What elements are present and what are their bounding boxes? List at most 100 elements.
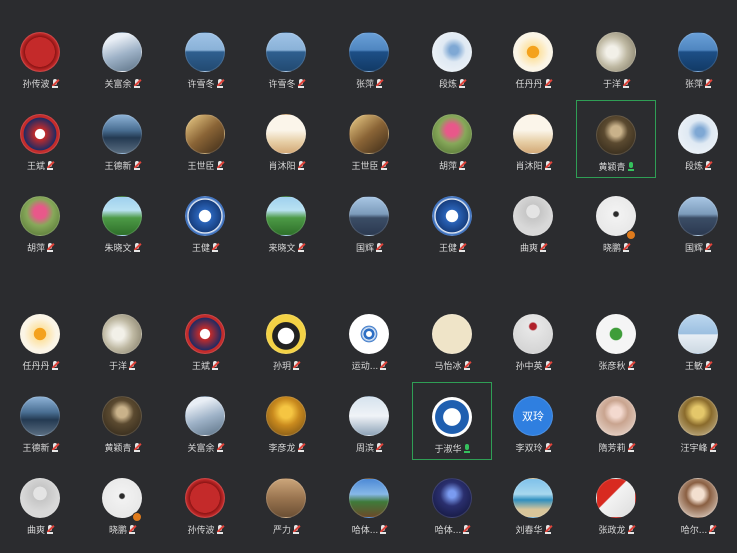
participant-name-row: 来晓文: [268, 241, 305, 254]
mic-muted-icon: [46, 243, 55, 252]
participant-tile[interactable]: 王世臣: [329, 100, 409, 178]
participant-name-row: 孙传波: [187, 523, 224, 536]
participant-name-row: 肖沐阳: [268, 159, 305, 172]
mic-muted-icon: [292, 361, 301, 370]
participant-tile[interactable]: 胡萍: [412, 100, 492, 178]
participant-avatar: [596, 115, 636, 155]
participant-tile[interactable]: 胡萍: [0, 182, 80, 260]
participant-tile[interactable]: 晓鹏: [82, 464, 162, 542]
mic-muted-icon: [622, 243, 631, 252]
participant-tile[interactable]: 孙传波: [165, 464, 245, 542]
participant-tile[interactable]: 黄颖青: [576, 100, 656, 178]
participant-name: 肖沐阳: [268, 162, 296, 172]
participant-tile[interactable]: 王德新: [82, 100, 162, 178]
participant-tile[interactable]: 王德新: [0, 382, 80, 460]
participant-tile[interactable]: 张萍: [658, 18, 737, 96]
participant-name: 李彦龙: [268, 444, 296, 454]
participant-tile[interactable]: 朱晓文: [82, 182, 162, 260]
participant-tile[interactable]: 黄颖青: [82, 382, 162, 460]
participant-tile[interactable]: 于洋: [576, 18, 656, 96]
participant-avatar: [432, 478, 472, 518]
participant-tile[interactable]: 马怡冰: [412, 300, 492, 378]
status-badge-icon: [132, 512, 142, 522]
mic-muted-icon: [297, 443, 305, 452]
participant-tile[interactable]: 孙玥: [246, 300, 326, 378]
participant-tile[interactable]: 哈体...: [412, 464, 492, 542]
participant-tile[interactable]: 晓鹏: [576, 182, 656, 260]
participant-avatar: [185, 32, 225, 72]
participant-tile[interactable]: 王健: [165, 182, 245, 260]
participant-tile[interactable]: 隋芳莉: [576, 382, 656, 460]
participant-tile[interactable]: 来晓文: [246, 182, 326, 260]
participant-name-row: 汪宇峰: [680, 441, 717, 454]
participant-tile[interactable]: 段炼: [412, 18, 492, 96]
participant-name-row: 李彦龙: [268, 441, 305, 454]
mic-muted-icon: [709, 443, 717, 452]
participant-tile[interactable]: 汪宇峰: [658, 382, 737, 460]
participant-tile[interactable]: 于淑华: [412, 382, 492, 460]
participant-name-row: 许雪冬: [268, 77, 305, 90]
participant-tile[interactable]: 张萍: [329, 18, 409, 96]
participant-tile[interactable]: 哈尔...: [658, 464, 737, 542]
participant-tile[interactable]: 国辉: [658, 182, 737, 260]
participant-tile[interactable]: 王世臣: [165, 100, 245, 178]
participant-avatar: [185, 396, 225, 436]
participant-avatar: [20, 196, 60, 236]
participant-tile[interactable]: 肖沐阳: [493, 100, 573, 178]
participant-tile[interactable]: 段炼: [658, 100, 737, 178]
participant-tile[interactable]: 于洋: [82, 300, 162, 378]
participant-tile[interactable]: 运动...: [329, 300, 409, 378]
participant-name: 关富余: [187, 444, 215, 454]
participant-tile[interactable]: 关富余: [82, 18, 162, 96]
participant-tile[interactable]: 周滨: [329, 382, 409, 460]
mic-muted-icon: [627, 361, 635, 370]
participant-tile[interactable]: 关富余: [165, 382, 245, 460]
participant-avatar: [432, 114, 472, 154]
participant-tile[interactable]: 孙传波: [0, 18, 80, 96]
participant-tile[interactable]: 曲爽: [0, 464, 80, 542]
participant-name: 隋芳莉: [598, 444, 626, 454]
participant-tile[interactable]: 许雪冬: [165, 18, 245, 96]
mic-muted-icon: [128, 525, 137, 534]
participant-name-row: 关富余: [104, 77, 141, 90]
participant-name: 孙传波: [187, 526, 215, 536]
participant-name-row: 于洋: [603, 77, 631, 90]
participant-tile[interactable]: 张政龙: [576, 464, 656, 542]
participant-tile[interactable]: 哈体...: [329, 464, 409, 542]
participant-name: 哈体...: [434, 526, 462, 536]
participant-avatar: [349, 32, 389, 72]
participant-tile[interactable]: 双玲 李双玲: [493, 382, 573, 460]
participant-tile[interactable]: 许雪冬: [246, 18, 326, 96]
mic-muted-icon: [539, 243, 548, 252]
participant-tile[interactable]: 严力: [246, 464, 326, 542]
participant-tile[interactable]: 任丹丹: [0, 300, 80, 378]
participant-tile[interactable]: 刘春华: [493, 464, 573, 542]
participant-tile[interactable]: 张彦秋: [576, 300, 656, 378]
participant-tile[interactable]: 孙中英: [493, 300, 573, 378]
mic-muted-icon: [622, 79, 631, 88]
participant-avatar: 双玲: [513, 396, 553, 436]
participant-avatar: [513, 314, 553, 354]
participant-tile[interactable]: 曲爽: [493, 182, 573, 260]
mic-muted-icon: [709, 525, 717, 534]
participant-name: 王健: [191, 244, 210, 254]
participant-tile[interactable]: 王健: [412, 182, 492, 260]
participant-avatar: [513, 478, 553, 518]
participant-tile[interactable]: 肖沐阳: [246, 100, 326, 178]
participant-name-row: 国辉: [356, 241, 384, 254]
participant-avatar: [102, 314, 142, 354]
participant-tile[interactable]: 王斌: [165, 300, 245, 378]
participant-tile[interactable]: 国辉: [329, 182, 409, 260]
participant-name: 肖沐阳: [515, 162, 543, 172]
participant-name-row: 孙中英: [515, 359, 552, 372]
mic-muted-icon: [297, 161, 305, 170]
participant-avatar: [185, 114, 225, 154]
status-badge-icon: [626, 230, 636, 240]
participant-tile[interactable]: 任丹丹: [493, 18, 573, 96]
participant-name-row: 哈尔...: [681, 523, 717, 536]
participant-tile[interactable]: 王斌: [0, 100, 80, 178]
participant-tile[interactable]: 王敏: [658, 300, 737, 378]
participant-tile[interactable]: 李彦龙: [246, 382, 326, 460]
participant-name: 运动...: [351, 362, 379, 372]
participant-avatar: [20, 314, 60, 354]
